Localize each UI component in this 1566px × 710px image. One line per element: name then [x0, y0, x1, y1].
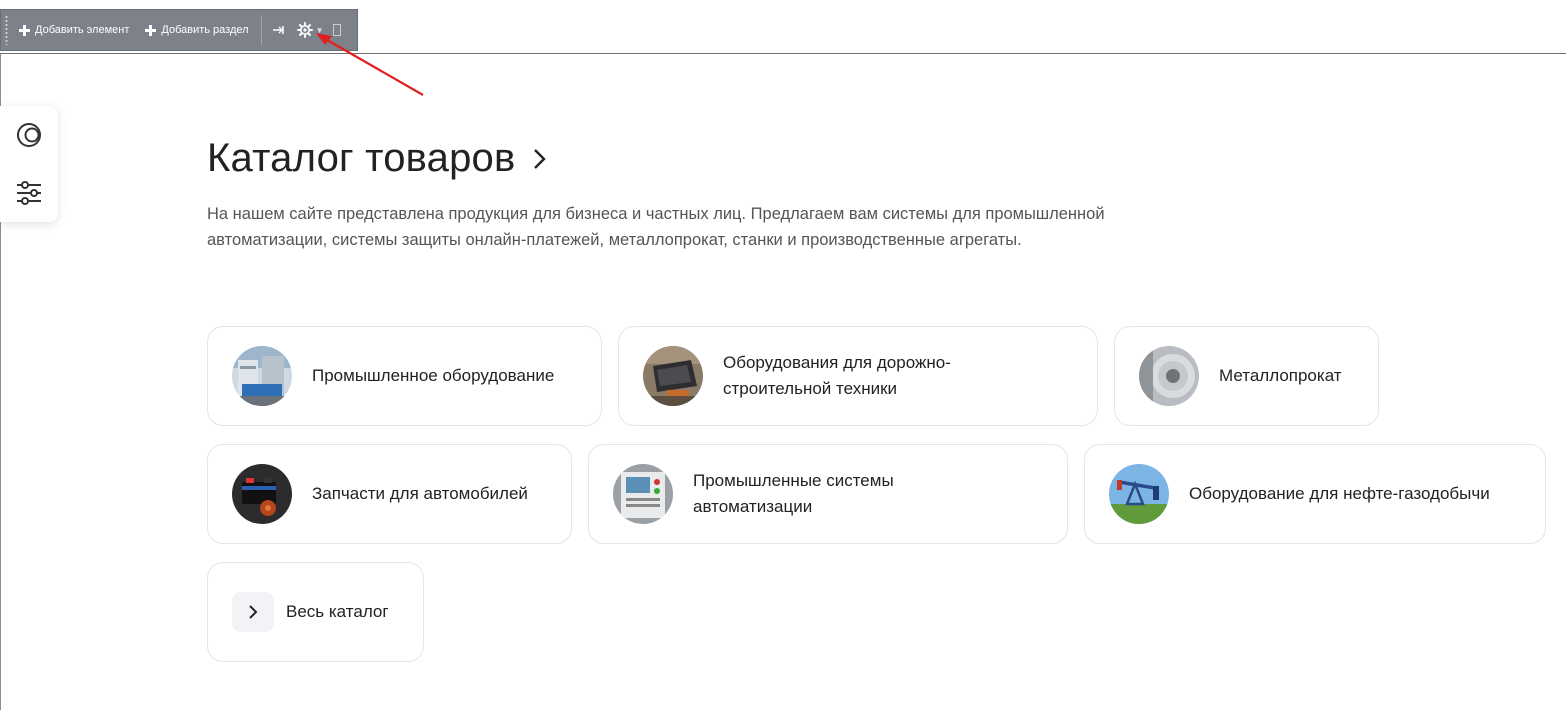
- category-card-automation[interactable]: Промышленные системы автоматизации: [588, 444, 1068, 544]
- page-title: Каталог товаров: [207, 136, 516, 180]
- car-parts-thumb: [232, 464, 292, 524]
- theme-button[interactable]: [0, 106, 58, 164]
- page-description: На нашем сайте представлена продукция дл…: [207, 205, 1105, 249]
- category-card-car-parts[interactable]: Запчасти для автомобилей: [207, 444, 572, 544]
- category-card-industrial[interactable]: Промышленное оборудование: [207, 326, 602, 426]
- side-tool-panel: [0, 106, 58, 222]
- editor-toolbar: Добавить элемент Добавить раздел ▼: [0, 9, 358, 51]
- metal-roll-thumb: [1139, 346, 1199, 406]
- road-machinery-thumb: [643, 346, 703, 406]
- overlap-circles-icon: [17, 123, 41, 147]
- plus-icon: [19, 24, 30, 36]
- category-label: Промышленные системы автоматизации: [693, 471, 894, 516]
- category-label: Запчасти для автомобилей: [312, 484, 528, 503]
- chevron-right-icon: [249, 605, 258, 619]
- category-label: Оборудование для нефте-газодобычи: [1189, 484, 1490, 503]
- add-section-button[interactable]: Добавить раздел: [137, 10, 256, 50]
- all-catalog-button[interactable]: Весь каталог: [207, 562, 424, 662]
- category-label: Промышленное оборудование: [312, 366, 555, 385]
- annotation-arrow: [316, 33, 424, 96]
- add-section-label: Добавить раздел: [161, 24, 249, 36]
- category-card-oil-gas[interactable]: Оборудование для нефте-газодобычи: [1084, 444, 1546, 544]
- industrial-equipment-thumb: [232, 346, 292, 406]
- filters-button[interactable]: [0, 164, 58, 222]
- chevron-right-button: [232, 592, 274, 632]
- editor-top-border: [0, 53, 1566, 54]
- category-label: Металлопрокат: [1219, 366, 1342, 385]
- category-card-metal[interactable]: Металлопрокат: [1114, 326, 1379, 426]
- automation-panel-thumb: [613, 464, 673, 524]
- all-catalog-label: Весь каталог: [286, 602, 389, 621]
- sliders-icon: [17, 181, 41, 205]
- toolbar-drag-handle[interactable]: [1, 10, 11, 50]
- pin-icon: [272, 26, 284, 34]
- chevron-right-icon: [534, 148, 547, 169]
- category-card-road-machinery[interactable]: Оборудования для дорожно-строительной те…: [618, 326, 1098, 426]
- add-element-label: Добавить элемент: [35, 24, 130, 36]
- oil-pump-thumb: [1109, 464, 1169, 524]
- toolbar-divider: [260, 15, 262, 45]
- category-label: Оборудования для дорожно-строительной те…: [723, 353, 951, 398]
- plus-icon: [145, 24, 157, 36]
- catalog-heading[interactable]: Каталог товаров: [207, 136, 547, 181]
- pin-button[interactable]: [266, 10, 292, 50]
- add-element-button[interactable]: Добавить элемент: [11, 10, 137, 50]
